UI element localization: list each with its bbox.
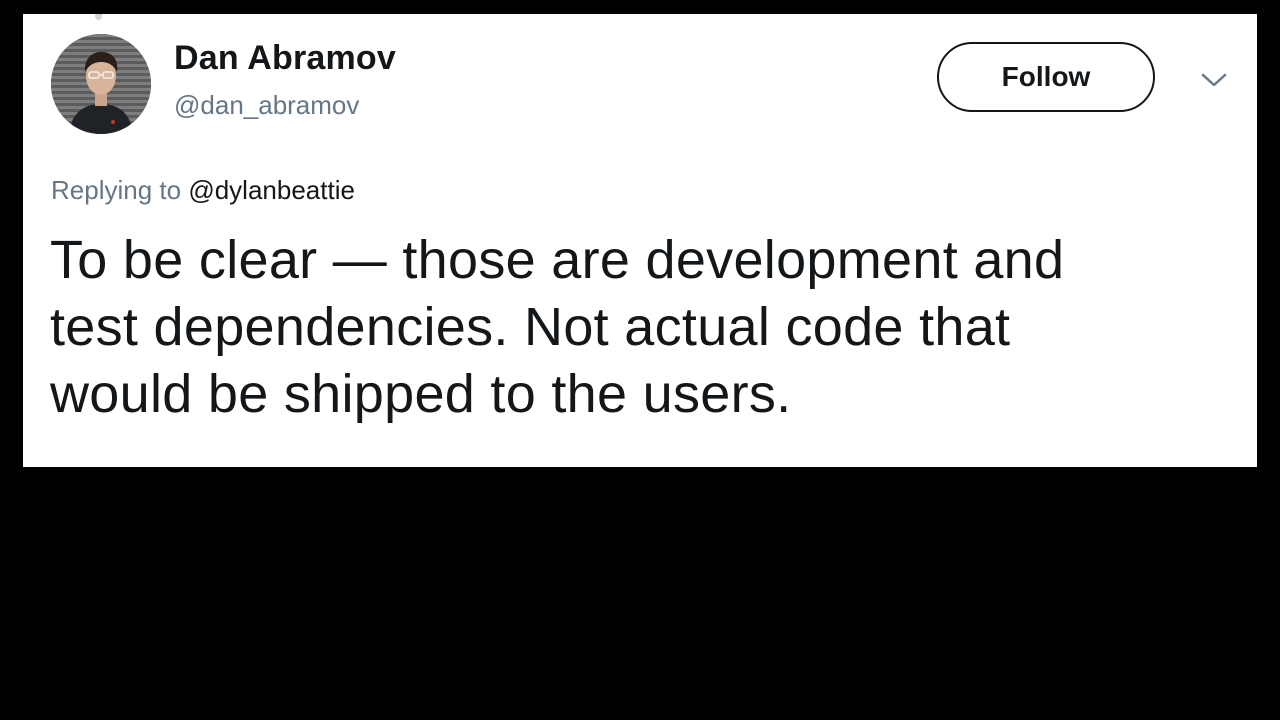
tweet-text-line: test dependencies. Not actual code that (50, 297, 1011, 357)
avatar[interactable] (51, 34, 151, 134)
tweet-text-line: would be shipped to the users. (50, 364, 792, 424)
chevron-down-icon[interactable] (1199, 70, 1229, 90)
author-display-name[interactable]: Dan Abramov (174, 39, 396, 78)
tweet-text-line: To be clear — those are development and (50, 230, 1065, 290)
thread-connector (95, 14, 102, 20)
follow-button[interactable]: Follow (937, 42, 1155, 112)
author-handle[interactable]: @dan_abramov (174, 90, 359, 121)
tweet-card: Dan Abramov @dan_abramov Follow Replying… (23, 14, 1257, 467)
reply-context: Replying to @dylanbeattie (51, 175, 355, 206)
reply-target-link[interactable]: @dylanbeattie (188, 175, 355, 205)
reply-prefix: Replying to (51, 175, 182, 205)
tweet-text: To be clear — those are development and … (50, 227, 1240, 428)
